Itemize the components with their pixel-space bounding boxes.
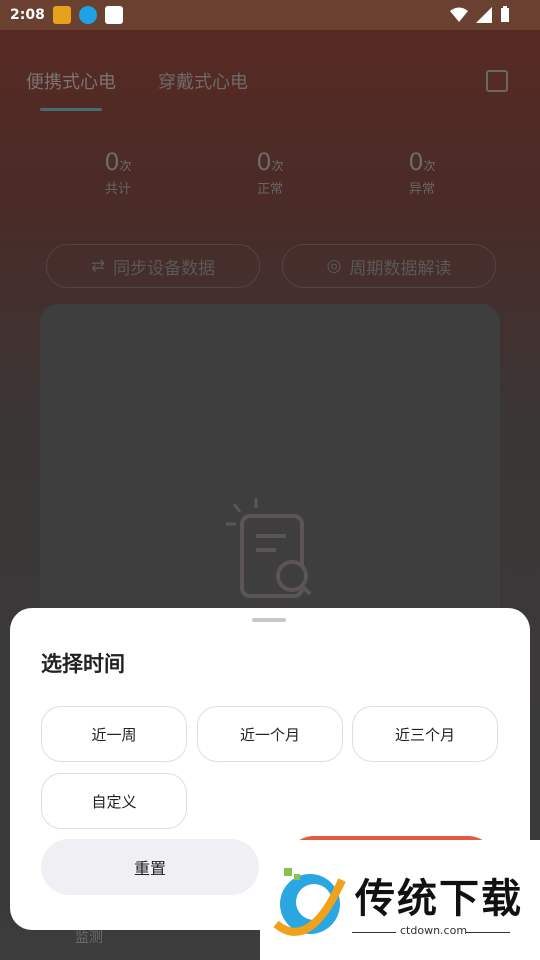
tab-wearable-ecg[interactable]: 穿戴式心电	[158, 68, 248, 94]
watermark-logo-icon	[273, 868, 346, 936]
stat-abnormal-unit: 次	[423, 159, 436, 173]
option-last-week[interactable]: 近一周	[41, 706, 187, 762]
stat-total: 0次 共计	[58, 148, 178, 197]
ecg-tabs: 便携式心电 穿戴式心电	[26, 68, 248, 94]
sync-device-button[interactable]: ⇄ 同步设备数据	[46, 244, 260, 288]
action-buttons: ⇄ 同步设备数据 ◎ 周期数据解读	[46, 244, 496, 288]
reset-button[interactable]: 重置	[41, 839, 259, 895]
document-icon[interactable]	[486, 70, 508, 92]
download-notification-icon	[78, 6, 97, 24]
empty-records-icon	[226, 498, 312, 598]
tab-indicator	[40, 108, 102, 111]
stat-normal-unit: 次	[271, 159, 284, 173]
option-last-month[interactable]: 近一个月	[197, 706, 343, 762]
interpret-icon: ◎	[326, 256, 342, 276]
stat-normal-label: 正常	[256, 182, 283, 197]
app-notification-icon	[52, 6, 71, 24]
sheet-handle[interactable]	[252, 618, 286, 622]
sync-icon: ⇄	[90, 256, 106, 276]
watermark-line-left	[352, 932, 396, 933]
option-custom[interactable]: 自定义	[41, 773, 187, 829]
stat-abnormal-label: 异常	[408, 182, 435, 197]
option-last-three-months[interactable]: 近三个月	[352, 706, 498, 762]
tab-portable-ecg[interactable]: 便携式心电	[26, 68, 116, 94]
wifi-icon	[450, 7, 468, 22]
watermark-overlay: 传统下载 ctdown.com	[260, 840, 540, 960]
stat-total-unit: 次	[119, 159, 132, 173]
nav-monitor[interactable]: 监测	[75, 927, 103, 947]
stat-normal: 0次 正常	[210, 148, 330, 197]
sheet-title: 选择时间	[41, 652, 125, 676]
stat-normal-value: 0	[256, 148, 272, 176]
watermark-url: ctdown.com	[400, 924, 468, 937]
watermark-title: 传统下载	[355, 876, 523, 922]
battery-icon	[501, 6, 509, 22]
status-bar: 2:08	[0, 0, 540, 30]
news-notification-icon	[104, 6, 123, 24]
stat-total-label: 共计	[104, 182, 131, 197]
signal-icon	[476, 6, 492, 23]
stat-abnormal-value: 0	[408, 148, 424, 176]
interpret-data-button[interactable]: ◎ 周期数据解读	[282, 244, 496, 288]
watermark-line-right	[466, 932, 510, 933]
stat-total-value: 0	[104, 148, 120, 176]
sync-label: 同步设备数据	[113, 258, 216, 279]
stat-abnormal: 0次 异常	[362, 148, 482, 197]
stats-row: 0次 共计 0次 正常 0次 异常	[0, 148, 540, 208]
status-time: 2:08	[10, 7, 45, 23]
interpret-label: 周期数据解读	[349, 258, 452, 279]
